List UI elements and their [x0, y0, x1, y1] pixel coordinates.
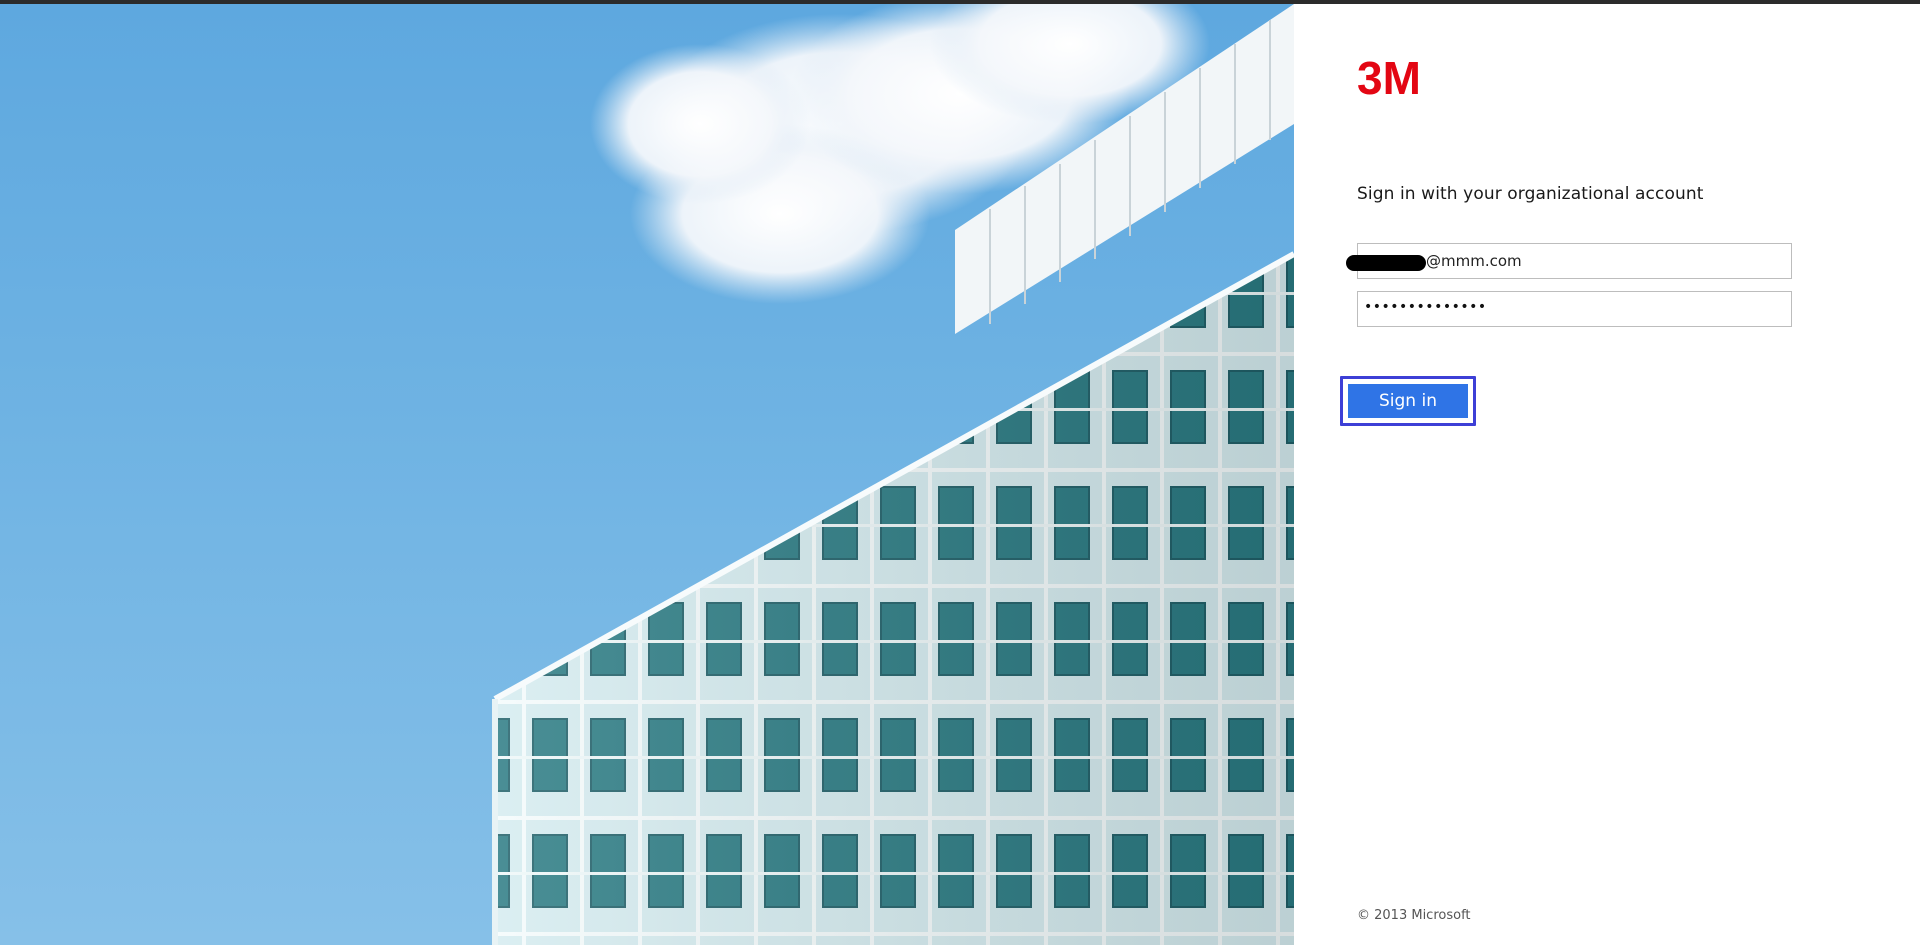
- password-mask: ••••••••••••••: [1364, 299, 1487, 315]
- 3m-logo-text: 3M: [1357, 52, 1421, 102]
- 3m-logo: 3M: [1357, 52, 1442, 102]
- building-facade: [492, 251, 1294, 945]
- signin-heading: Sign in with your organizational account: [1357, 184, 1704, 204]
- copyright-text: © 2013 Microsoft: [1357, 908, 1471, 923]
- building-and-sky-illustration: [0, 4, 1294, 945]
- signin-button[interactable]: Sign in: [1348, 384, 1468, 418]
- password-field[interactable]: ••••••••••••••: [1357, 291, 1792, 327]
- signin-panel: 3M Sign in with your organizational acco…: [1294, 4, 1920, 945]
- username-field[interactable]: @mmm.com: [1346, 243, 1792, 279]
- signin-focus-ring: Sign in: [1340, 376, 1476, 426]
- redaction-mark: [1346, 255, 1426, 271]
- window-top-bar: [0, 0, 1920, 4]
- username-value: @mmm.com: [1426, 252, 1522, 270]
